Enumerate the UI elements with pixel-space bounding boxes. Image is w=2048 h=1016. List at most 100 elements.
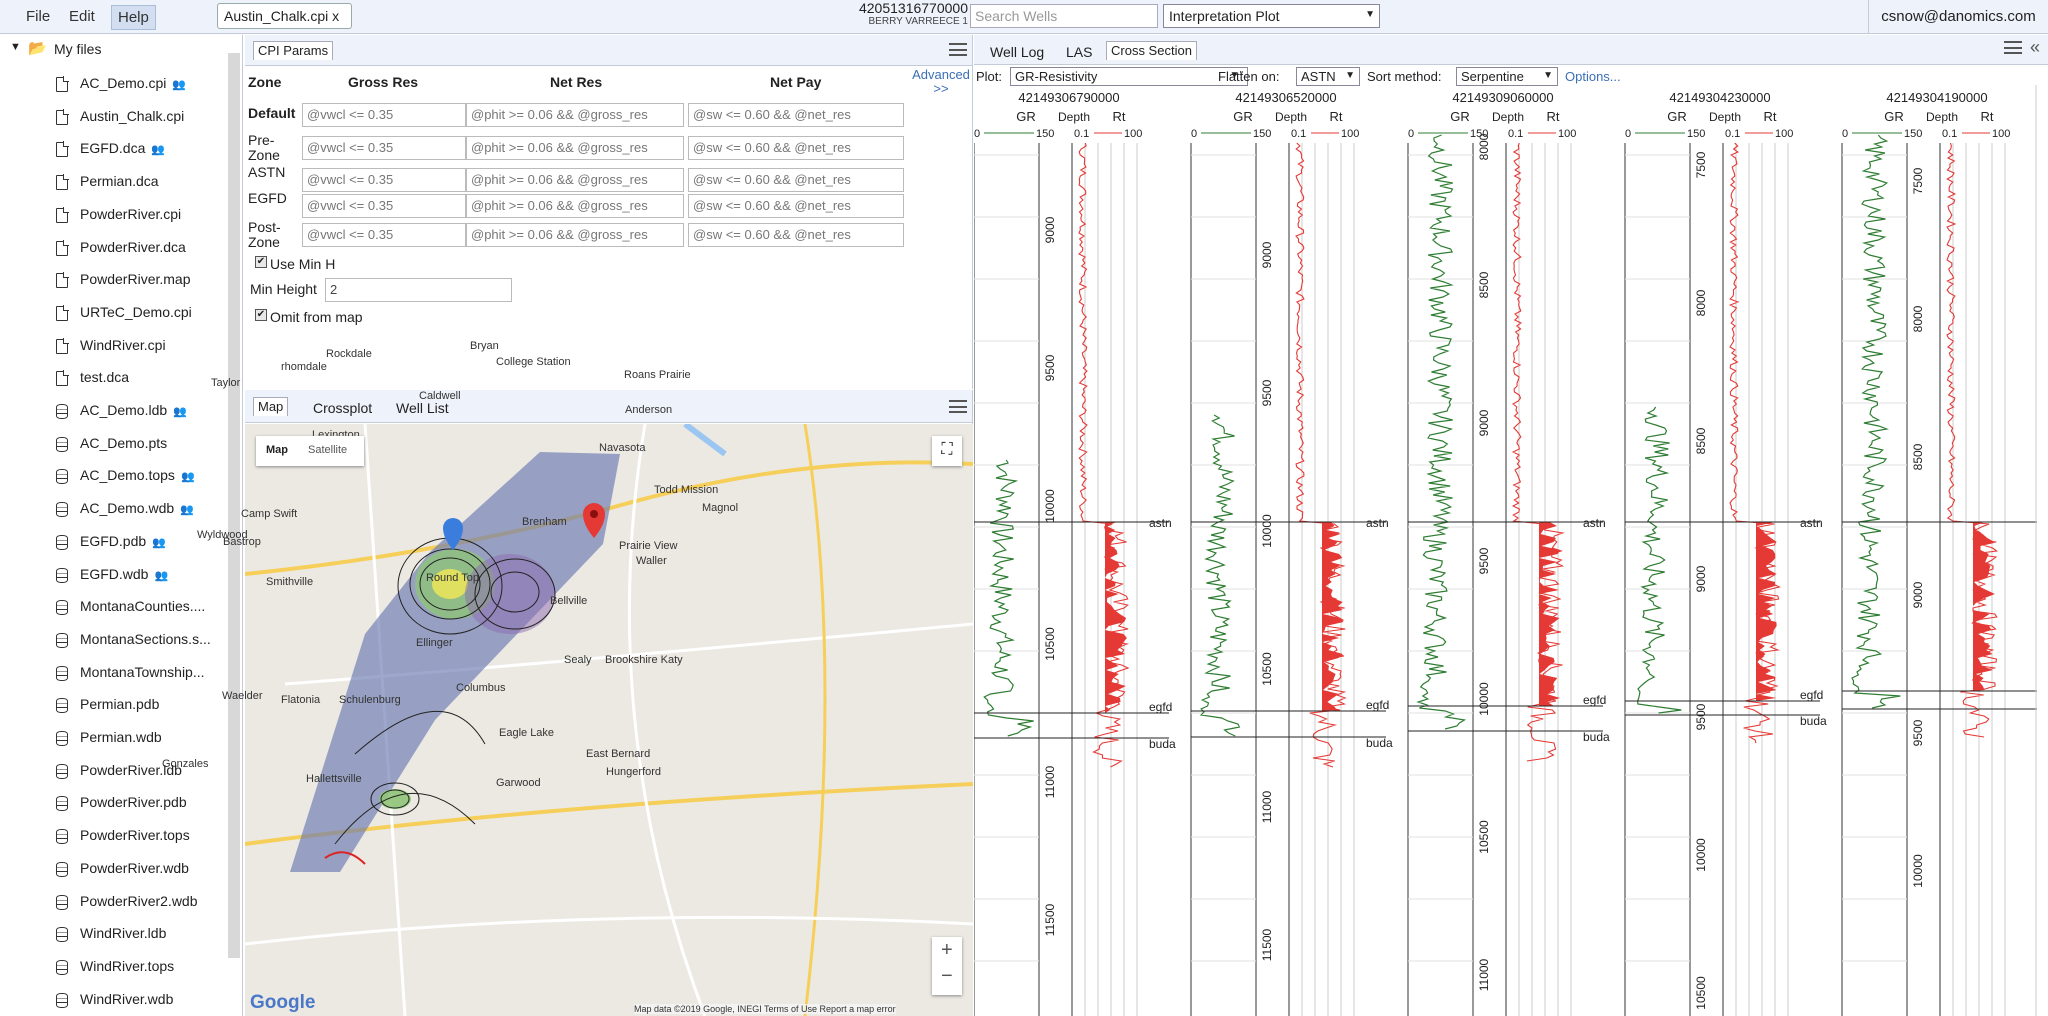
- cross-section-plot[interactable]: 42149306790000 GR Depth Rt 0 150 0.1 100 9000 950…: [974, 85, 2048, 1016]
- file-item[interactable]: PowderRiver.dca: [80, 239, 186, 255]
- file-item[interactable]: Permian.pdb: [80, 696, 159, 712]
- file-item[interactable]: Permian.dca: [80, 173, 159, 189]
- rt-curve: [1078, 142, 1130, 768]
- use-min-h-checkbox[interactable]: ✔: [255, 256, 267, 268]
- tab-cpi-params[interactable]: CPI Params: [253, 41, 334, 60]
- gross-res-input[interactable]: @vwcl <= 0.35: [302, 103, 466, 127]
- file-item[interactable]: EGFD.dca 👥: [80, 140, 165, 156]
- file-item[interactable]: EGFD.pdb 👥: [80, 533, 166, 549]
- plot-type-select[interactable]: Interpretation Plot ▼: [1163, 4, 1380, 28]
- flatten-select[interactable]: ASTN ▼: [1296, 67, 1360, 86]
- file-item[interactable]: WindRiver.ldb: [80, 925, 166, 941]
- gross-res-input[interactable]: @vwcl <= 0.35: [302, 136, 466, 160]
- depth-tick-label: 10500: [1260, 652, 1274, 686]
- file-item-label: MontanaTownship...: [80, 663, 205, 680]
- fullscreen-icon[interactable]: ⛶: [932, 436, 962, 466]
- file-item[interactable]: PowderRiver.map: [80, 271, 191, 287]
- net-res-input[interactable]: @phit >= 0.06 && @gross_res: [466, 194, 684, 218]
- options-link[interactable]: Options...: [1565, 69, 1621, 84]
- net-res-input[interactable]: @phit >= 0.06 && @gross_res: [466, 223, 684, 247]
- min-height-input[interactable]: 2: [325, 278, 512, 302]
- gross-res-input[interactable]: @vwcl <= 0.35: [302, 194, 466, 218]
- tab-las[interactable]: LAS: [1058, 41, 1100, 63]
- file-item-label: EGFD.wdb: [80, 565, 149, 582]
- formation-top-label: astn: [1149, 516, 1172, 530]
- col-gross-res: Gross Res: [348, 74, 419, 90]
- file-item[interactable]: AC_Demo.tops 👥: [80, 467, 195, 483]
- file-item-label: MontanaCounties....: [80, 598, 206, 615]
- menu-edit[interactable]: Edit: [63, 5, 101, 28]
- plot-select[interactable]: GR-Resistivity ▼": [1010, 67, 1248, 86]
- file-item[interactable]: Permian.wdb: [80, 729, 162, 745]
- file-item[interactable]: test.dca: [80, 369, 129, 385]
- depth-tick-label: 8500: [1694, 427, 1708, 454]
- menu-icon[interactable]: [2004, 41, 2022, 54]
- net-res-input[interactable]: @phit >= 0.06 && @gross_res: [466, 103, 684, 127]
- advanced-link[interactable]: Advanced >>: [906, 68, 976, 96]
- file-item[interactable]: PowderRiver.wdb: [80, 860, 189, 876]
- pay-res-input[interactable]: @sw <= 0.60 && @net_res: [688, 223, 904, 247]
- map-place-label: Garwood: [496, 777, 541, 789]
- file-browser: ▼ 📂 My files AC_Demo.cpi 👥 Austin_Chalk.cp…: [0, 35, 243, 1016]
- map-canvas[interactable]: [245, 424, 973, 1016]
- zoom-in-button[interactable]: +: [941, 939, 953, 962]
- file-item[interactable]: PowderRiver.pdb: [80, 794, 187, 810]
- tab-well-log[interactable]: Well Log: [982, 41, 1052, 63]
- gross-res-input[interactable]: @vwcl <= 0.35: [302, 168, 466, 192]
- pay-res-input[interactable]: @sw <= 0.60 && @net_res: [688, 136, 904, 160]
- map-type-satellite[interactable]: Satellite: [308, 444, 347, 456]
- file-item[interactable]: MontanaCounties....: [80, 598, 205, 614]
- menu-icon[interactable]: [949, 400, 967, 413]
- net-res-input[interactable]: @phit >= 0.06 && @gross_res: [466, 168, 684, 192]
- file-item[interactable]: AC_Demo.ldb 👥: [80, 402, 187, 418]
- tab-cross-section[interactable]: Cross Section: [1106, 41, 1197, 60]
- map-type-map[interactable]: Map: [266, 444, 288, 456]
- pay-res-input[interactable]: @sw <= 0.60 && @net_res: [688, 103, 904, 127]
- net-res-input[interactable]: @phit >= 0.06 && @gross_res: [466, 136, 684, 160]
- menu-help[interactable]: Help: [111, 5, 156, 30]
- menu-file[interactable]: File: [20, 5, 56, 28]
- flatten-select-value: ASTN: [1301, 69, 1336, 84]
- rt-scale-min: 0.1: [1508, 128, 1523, 140]
- collapse-icon[interactable]: «: [2030, 37, 2040, 58]
- tab-map[interactable]: Map: [253, 397, 289, 416]
- gr-track-label: GR: [1884, 109, 1904, 124]
- file-item[interactable]: WindRiver.tops: [80, 958, 174, 974]
- menu-icon[interactable]: [949, 43, 967, 56]
- file-item[interactable]: WindRiver.cpi: [80, 337, 166, 353]
- zone-label: ASTN: [248, 164, 286, 180]
- zoom-out-button[interactable]: −: [941, 965, 953, 988]
- database-icon: [56, 796, 68, 812]
- depth-tick-label: 9000: [1477, 409, 1491, 436]
- sidebar-scrollbar[interactable]: [228, 53, 240, 958]
- file-item[interactable]: AC_Demo.wdb 👥: [80, 500, 194, 516]
- file-item[interactable]: WindRiver.wdb: [80, 991, 173, 1007]
- file-item[interactable]: PowderRiver.tops: [80, 827, 190, 843]
- file-item[interactable]: EGFD.wdb 👥: [80, 566, 168, 582]
- file-item-label: WindRiver.tops: [80, 957, 175, 974]
- open-file-tab[interactable]: Austin_Chalk.cpi x: [217, 3, 352, 29]
- gross-res-input[interactable]: @vwcl <= 0.35: [302, 223, 466, 247]
- depth-tick-label: 9500: [1477, 547, 1491, 574]
- file-item-label: PowderRiver.dca: [80, 238, 186, 255]
- file-item[interactable]: AC_Demo.cpi 👥: [80, 75, 186, 91]
- my-files-folder[interactable]: My files: [54, 41, 101, 57]
- file-item[interactable]: AC_Demo.pts: [80, 435, 167, 451]
- sort-select[interactable]: Serpentine ▼: [1456, 67, 1558, 86]
- file-item-label: WindRiver.wdb: [80, 990, 174, 1007]
- omit-from-map-checkbox[interactable]: ✔: [255, 309, 267, 321]
- file-item[interactable]: PowderRiver.cpi: [80, 206, 181, 222]
- chevron-down-icon[interactable]: ▼: [10, 41, 21, 53]
- tab-crossplot[interactable]: Crossplot: [305, 397, 380, 419]
- file-item[interactable]: MontanaTownship...: [80, 664, 205, 680]
- pay-res-input[interactable]: @sw <= 0.60 && @net_res: [688, 194, 904, 218]
- database-icon: [56, 698, 68, 714]
- file-item[interactable]: MontanaSections.s...: [80, 631, 211, 647]
- database-icon: [56, 600, 68, 616]
- pay-res-input[interactable]: @sw <= 0.60 && @net_res: [688, 168, 904, 192]
- user-account[interactable]: csnow@danomics.com: [1868, 0, 2048, 34]
- file-item[interactable]: Austin_Chalk.cpi: [80, 108, 184, 124]
- search-wells-input[interactable]: Search Wells: [970, 4, 1158, 28]
- file-item[interactable]: URTeC_Demo.cpi: [80, 304, 192, 320]
- file-item[interactable]: PowderRiver2.wdb: [80, 893, 198, 909]
